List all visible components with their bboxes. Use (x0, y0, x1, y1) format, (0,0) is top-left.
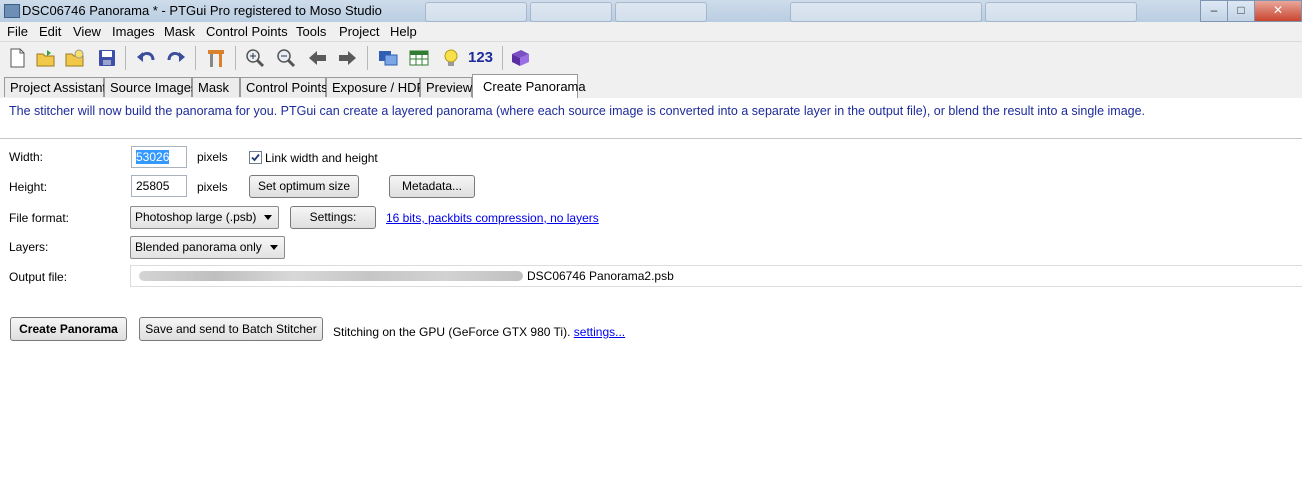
gpu-settings-link[interactable]: settings... (574, 325, 625, 339)
link-size-label: Link width and height (265, 151, 378, 165)
background-taskbar-tab (530, 2, 612, 22)
output-filename: DSC06746 Panorama2.psb (527, 269, 674, 283)
divider (0, 138, 1302, 139)
create-panorama-button[interactable]: Create Panorama (10, 317, 127, 341)
panorama-editor-icon[interactable] (377, 48, 399, 68)
menu-bar: File Edit View Images Mask Control Point… (0, 22, 1302, 42)
tab-mask[interactable]: Mask (192, 77, 240, 97)
zoom-out-icon[interactable] (275, 48, 297, 68)
menu-mask[interactable]: Mask (164, 24, 195, 39)
background-taskbar-tab (985, 2, 1137, 22)
undo-icon[interactable] (135, 48, 157, 68)
numbers-icon[interactable]: 123 (468, 48, 498, 68)
layers-value: Blended panorama only (135, 240, 262, 254)
menu-images[interactable]: Images (112, 24, 155, 39)
help-book-icon[interactable] (509, 48, 531, 68)
title-bar: DSC06746 Panorama * - PTGui Pro register… (0, 0, 1302, 23)
zoom-in-icon[interactable] (244, 48, 266, 68)
batch-stitcher-button[interactable]: Save and send to Batch Stitcher (139, 317, 323, 341)
tab-source-images[interactable]: Source Images (104, 77, 197, 97)
background-taskbar-tab (425, 2, 527, 22)
width-input[interactable]: 53026 (131, 146, 187, 168)
window-title: DSC06746 Panorama * - PTGui Pro register… (22, 3, 382, 18)
format-settings-button[interactable]: Settings: (290, 206, 376, 229)
open-recent-icon[interactable] (64, 48, 86, 68)
menu-control-points[interactable]: Control Points (206, 24, 288, 39)
close-button[interactable]: ✕ (1254, 0, 1302, 22)
height-unit: pixels (197, 180, 228, 194)
tab-preview[interactable]: Preview (420, 77, 472, 97)
menu-project[interactable]: Project (339, 24, 379, 39)
width-label: Width: (9, 150, 44, 164)
tab-create-panorama[interactable]: Create Panorama (472, 74, 586, 98)
gpu-status-label: Stitching on the GPU (GeForce GTX 980 Ti… (333, 325, 571, 339)
blurred-path (139, 271, 523, 281)
gpu-status-text: Stitching on the GPU (GeForce GTX 980 Ti… (333, 325, 625, 339)
lightbulb-icon[interactable] (440, 48, 462, 68)
open-icon[interactable] (35, 48, 57, 68)
forward-icon[interactable] (337, 48, 359, 68)
redo-icon[interactable] (165, 48, 187, 68)
background-taskbar-tab (790, 2, 982, 22)
toolbar: 123 (0, 42, 1302, 75)
background-taskbar-tab (615, 2, 707, 22)
minimize-button[interactable]: – (1200, 0, 1228, 22)
tab-strip: Project Assistant Source Images Mask Con… (0, 74, 1302, 98)
menu-tools[interactable]: Tools (296, 24, 326, 39)
new-icon[interactable] (6, 48, 28, 68)
file-format-dropdown[interactable]: Photoshop large (.psb) (130, 206, 279, 229)
tab-project-assistant[interactable]: Project Assistant (4, 77, 106, 97)
height-input[interactable]: 25805 (131, 175, 187, 197)
check-icon (251, 153, 260, 162)
tab-exposure-hdr[interactable]: Exposure / HDR (326, 77, 426, 97)
file-format-value: Photoshop large (.psb) (135, 210, 257, 224)
chevron-down-icon (264, 215, 272, 220)
width-unit: pixels (197, 150, 228, 164)
create-panorama-panel: The stitcher will now build the panorama… (0, 98, 1302, 482)
output-file-input[interactable]: DSC06746 Panorama2.psb (130, 265, 1302, 287)
output-file-label: Output file: (9, 270, 68, 284)
chevron-down-icon (270, 245, 278, 250)
metadata-button[interactable]: Metadata... (389, 175, 475, 198)
tools-icon[interactable] (205, 48, 227, 68)
format-options-link[interactable]: 16 bits, packbits compression, no layers (386, 211, 599, 225)
intro-text: The stitcher will now build the panorama… (9, 104, 1146, 118)
maximize-button[interactable]: □ (1227, 0, 1255, 22)
link-size-checkbox[interactable] (249, 151, 262, 164)
back-icon[interactable] (306, 48, 328, 68)
save-icon[interactable] (96, 48, 118, 68)
layers-label: Layers: (9, 240, 49, 254)
width-value: 53026 (136, 150, 170, 164)
set-optimum-size-button[interactable]: Set optimum size (249, 175, 359, 198)
menu-help[interactable]: Help (390, 24, 417, 39)
height-label: Height: (9, 180, 48, 194)
file-format-label: File format: (9, 211, 70, 225)
tab-control-points[interactable]: Control Points (240, 77, 328, 97)
app-icon (4, 4, 20, 18)
table-icon[interactable] (408, 48, 430, 68)
menu-edit[interactable]: Edit (39, 24, 61, 39)
menu-file[interactable]: File (7, 24, 28, 39)
layers-dropdown[interactable]: Blended panorama only (130, 236, 285, 259)
menu-view[interactable]: View (73, 24, 101, 39)
